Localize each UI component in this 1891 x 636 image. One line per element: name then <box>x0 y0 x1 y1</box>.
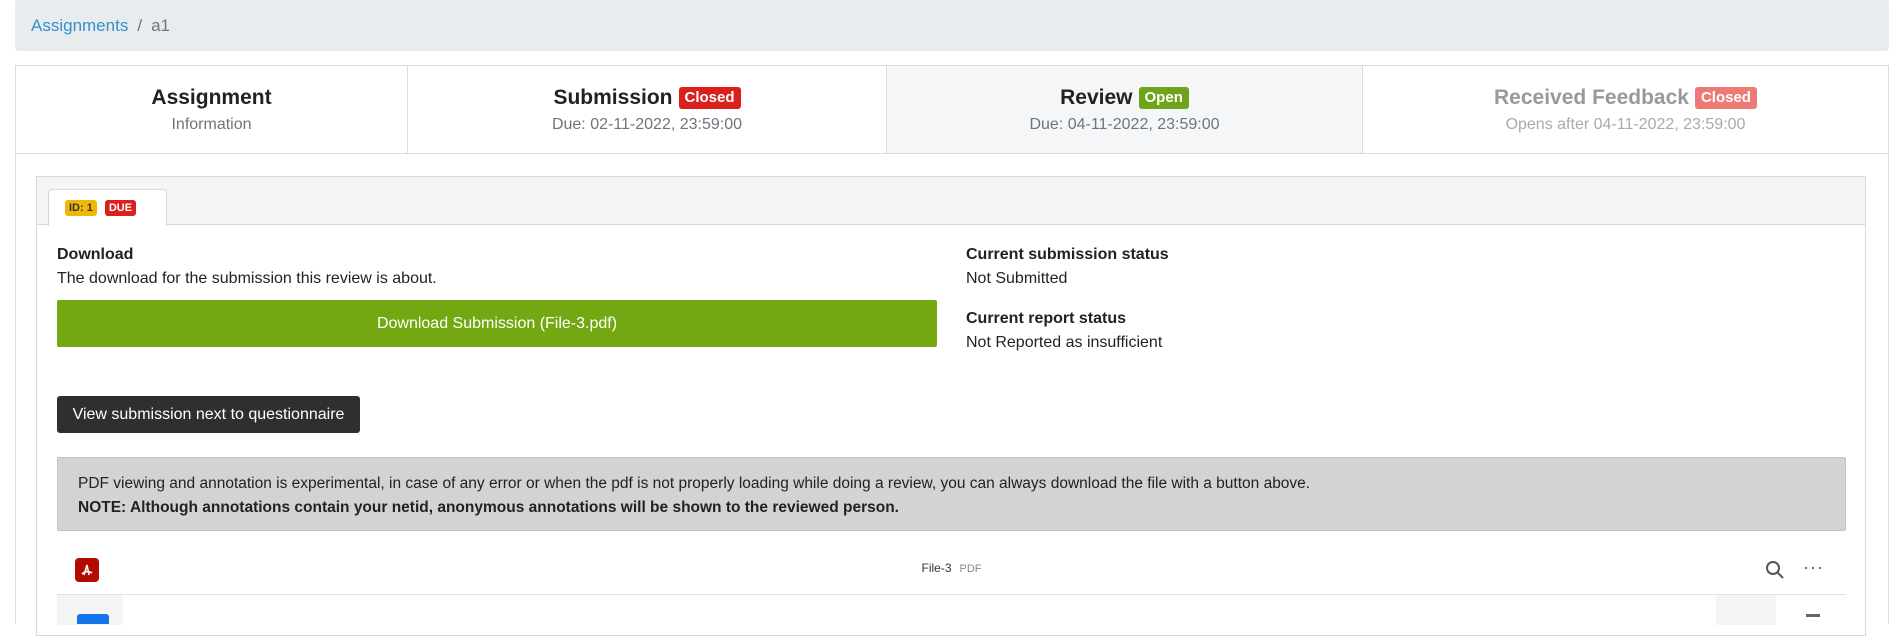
report-status-value: Not Reported as insufficient <box>966 334 1163 351</box>
download-submission-button[interactable]: Download Submission (File-3.pdf) <box>57 300 937 347</box>
download-label: Download <box>57 246 134 263</box>
pdf-notice: PDF viewing and annotation is experiment… <box>57 457 1846 531</box>
notice-text: PDF viewing and annotation is experiment… <box>78 475 1311 492</box>
step-review[interactable]: Review Open Due: 04-11-2022, 23:59:00 <box>887 66 1363 153</box>
step-subtitle: Opens after 04-11-2022, 23:59:00 <box>1505 115 1746 133</box>
pdf-file-title: File-3 <box>921 561 952 575</box>
status-badge: Closed <box>1694 86 1757 109</box>
id-badge: ID: 1 <box>65 200 97 216</box>
step-subtitle: Due: 04-11-2022, 23:59:00 <box>1029 115 1220 133</box>
breadcrumb-assignments-link[interactable]: Assignments <box>31 16 128 36</box>
submission-status-label: Current submission status <box>966 246 1169 263</box>
pdf-file-name: File-3 PDF <box>57 561 1846 575</box>
pdf-viewer-toolbar: File-3 PDF ··· <box>57 555 1846 595</box>
status-badge: Open <box>1138 86 1189 109</box>
step-title: Assignment <box>151 85 272 109</box>
status-badge: Closed <box>678 86 741 109</box>
pdf-right-panel <box>1716 595 1776 625</box>
download-description: The download for the submission this rev… <box>57 270 437 287</box>
search-icon[interactable] <box>1764 559 1786 581</box>
submission-status: Current submission status Not Submitted <box>966 246 1169 288</box>
step-title: Submission <box>553 85 673 109</box>
download-section: Download The download for the submission… <box>57 246 437 288</box>
breadcrumb-current: a1 <box>151 15 170 35</box>
pdf-tool-icon[interactable] <box>77 614 109 624</box>
pdf-divider <box>57 594 1846 595</box>
step-subtitle: Due: 02-11-2022, 23:59:00 <box>551 115 743 133</box>
more-options-icon[interactable]: ··· <box>1803 557 1824 578</box>
step-title: Received Feedback <box>1494 85 1689 109</box>
report-status-label: Current report status <box>966 310 1127 327</box>
submission-status-value: Not Submitted <box>966 270 1068 287</box>
step-received-feedback[interactable]: Received Feedback Closed Opens after 04-… <box>1363 66 1888 153</box>
review-tabs: ID: 1 DUE <box>37 177 1865 226</box>
view-submission-button[interactable]: View submission next to questionnaire <box>57 396 360 433</box>
report-status: Current report status Not Reported as in… <box>966 310 1162 352</box>
step-submission[interactable]: Submission Closed Due: 02-11-2022, 23:59… <box>408 66 887 153</box>
step-subtitle: Information <box>171 115 252 133</box>
tab-review-1[interactable]: ID: 1 DUE <box>48 189 167 226</box>
breadcrumb: Assignments / a1 <box>15 0 1889 51</box>
step-assignment[interactable]: Assignment Information <box>16 66 408 153</box>
due-badge: DUE <box>104 200 137 216</box>
notice-note: NOTE: Although annotations contain your … <box>78 499 899 516</box>
assignment-steps: Assignment Information Submission Closed… <box>15 65 1889 154</box>
step-title: Review <box>1060 85 1133 109</box>
pdf-file-ext: PDF <box>959 563 982 575</box>
pdf-panel-handle-icon[interactable] <box>1806 614 1820 617</box>
breadcrumb-separator: / <box>137 15 143 35</box>
